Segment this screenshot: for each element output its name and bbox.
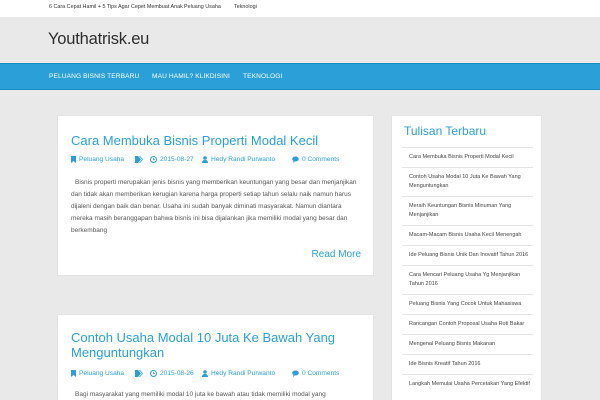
clock-icon — [150, 370, 157, 377]
recent-post-item[interactable]: Cara Mencari Peluang Usaha Yg Menjanjika… — [402, 265, 533, 294]
nav-item-mau-hamil[interactable]: MAU HAMIL? KLIKDISINI — [152, 73, 230, 80]
recent-post-item[interactable]: Cara Membuka Bisnis Properti Modal Kecil — [402, 147, 533, 167]
post-card: Contoh Usaha Modal 10 Juta Ke Bawah Yang… — [57, 314, 374, 400]
user-icon — [202, 156, 208, 163]
post-author[interactable]: Hedy Randi Purwanto — [202, 370, 275, 377]
post-date[interactable]: 2015-08-27 — [150, 156, 194, 163]
nav-item-peluang-bisnis-terbaru[interactable]: PELUANG BISNIS TERBARU — [49, 73, 139, 80]
recent-post-item[interactable]: Contoh Usaha Modal 10 Juta Ke Bawah Yang… — [402, 167, 533, 196]
post-category[interactable]: Peluang Usaha — [71, 156, 124, 163]
recent-post-item[interactable]: Mengenal Peluang Bisnis Makanan — [402, 334, 533, 354]
post-meta: Peluang Usaha 2015-08-27 Hedy Randi Purw… — [71, 156, 371, 165]
recent-post-item[interactable]: Peluang Bisnis Yang Cocok Untuk Mahasisw… — [402, 294, 533, 314]
recent-post-item[interactable]: Langkah Memulai Usaha Percetakan Yang Ef… — [402, 374, 533, 394]
post-date[interactable]: 2015-08-26 — [150, 370, 194, 377]
post-excerpt: Bagi masyarakat yang memiliki modal 10 j… — [75, 391, 326, 398]
post-title[interactable]: Cara Membuka Bisnis Properti Modal Kecil — [71, 133, 361, 148]
read-more-link[interactable]: Read More — [312, 249, 361, 260]
site-title[interactable]: Youthatrisk.eu — [48, 30, 149, 49]
post-title[interactable]: Contoh Usaha Modal 10 Juta Ke Bawah Yang… — [71, 330, 361, 360]
site-header: Youthatrisk.eu — [0, 18, 600, 63]
recent-post-item[interactable]: Meraih Keuntungan Bisnis Minuman Yang Me… — [402, 196, 533, 225]
top-menu-link-peluang-usaha[interactable]: Peluang Usaha — [184, 4, 221, 10]
tag-icon[interactable] — [135, 370, 147, 377]
comment-icon — [292, 156, 299, 163]
post-comments[interactable]: 0 Comments — [292, 370, 339, 377]
user-icon — [202, 370, 208, 377]
nav-item-teknologi[interactable]: TEKNOLOGI — [243, 73, 282, 80]
post-category[interactable]: Peluang Usaha — [71, 370, 124, 377]
recent-post-item[interactable]: Macam-Macam Bisnis Usaha Kecil Menengah — [402, 225, 533, 245]
bookmark-icon — [71, 370, 76, 377]
comment-icon — [292, 370, 299, 377]
post-comments[interactable]: 0 Comments — [292, 156, 339, 163]
widget-title: Tulisan Terbaru — [404, 124, 487, 138]
tag-icon[interactable] — [135, 156, 147, 163]
clock-icon — [150, 156, 157, 163]
recent-posts-list: Cara Membuka Bisnis Properti Modal Kecil… — [402, 147, 533, 394]
recent-posts-widget: Tulisan Terbaru Cara Membuka Bisnis Prop… — [391, 115, 542, 400]
post-meta: Peluang Usaha 2015-08-26 Hedy Randi Purw… — [71, 370, 371, 379]
top-menu-link-cara-cepat-hamil[interactable]: 6 Cara Cepat Hamil + 5 Tips Agar Cepet M… — [49, 4, 183, 10]
top-menu-link-teknologi[interactable]: Teknologi — [234, 4, 257, 10]
post-excerpt: Bisnis properti merupakan jenis bisnis y… — [71, 179, 357, 234]
recent-post-item[interactable]: Ide Peluang Bisnis Unik Dan Inovatif Tah… — [402, 245, 533, 265]
bookmark-icon — [71, 156, 76, 163]
recent-post-item[interactable]: Ide Bisnis Kreatif Tahun 2016 — [402, 354, 533, 374]
recent-post-item[interactable]: Rancangan Contoh Proposal Usaha Roti Bak… — [402, 314, 533, 334]
post-card: Cara Membuka Bisnis Properti Modal Kecil… — [57, 115, 374, 276]
top-menu-bar: 6 Cara Cepat Hamil + 5 Tips Agar Cepet M… — [0, 0, 600, 18]
post-author[interactable]: Hedy Randi Purwanto — [202, 156, 275, 163]
main-navigation: PELUANG BISNIS TERBARU MAU HAMIL? KLIKDI… — [0, 63, 600, 90]
